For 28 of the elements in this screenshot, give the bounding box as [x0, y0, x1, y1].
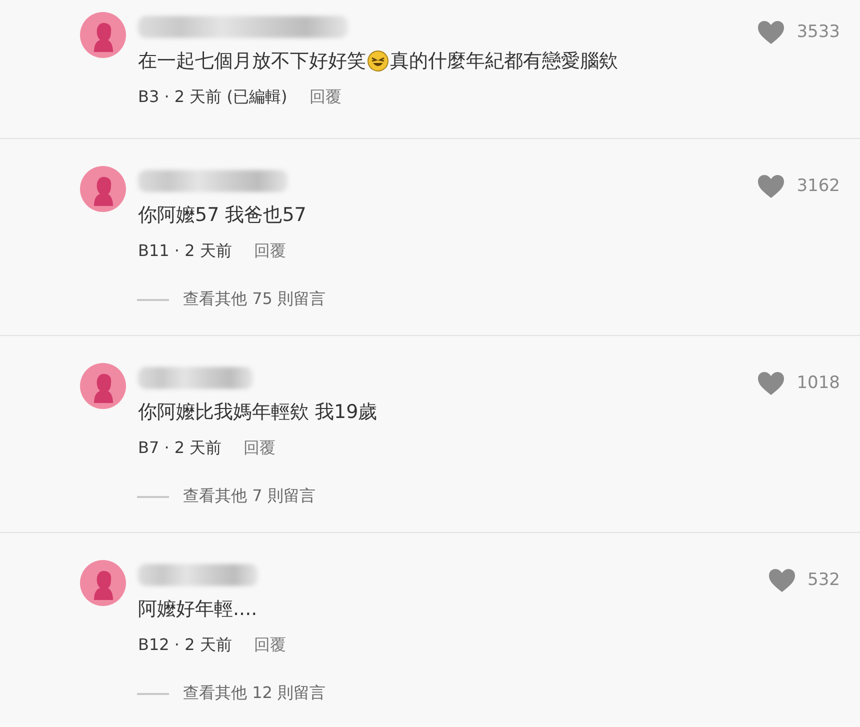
avatar-icon	[80, 363, 126, 409]
reply-link[interactable]: 回覆	[244, 438, 276, 459]
reply-link[interactable]: 回覆	[254, 241, 286, 262]
like-count: 532	[808, 570, 840, 590]
comment-meta: B11 · 2 天前	[138, 241, 232, 262]
avatar-icon	[80, 166, 126, 212]
like-count: 3162	[796, 176, 840, 196]
comment-text: 你阿嬤比我媽年輕欸 我19歲	[138, 400, 378, 425]
view-replies-link[interactable]: 查看其他 12 則留言	[183, 683, 326, 704]
laughing-emoji-icon	[367, 50, 389, 72]
reply-link[interactable]: 回覆	[254, 635, 286, 656]
heart-icon[interactable]	[768, 568, 796, 592]
like-count: 3533	[796, 22, 840, 42]
avatar-icon	[80, 12, 126, 58]
avatar-icon	[80, 560, 126, 606]
view-replies-link[interactable]: 查看其他 75 則留言	[183, 289, 326, 310]
heart-icon[interactable]	[756, 370, 785, 396]
comment-meta: B7 · 2 天前	[138, 438, 222, 459]
comment-meta: B12 · 2 天前	[138, 635, 232, 656]
like-count: 1018	[796, 373, 840, 393]
reply-link[interactable]: 回覆	[309, 87, 342, 108]
comment-text: 你阿嬤57 我爸也57	[138, 203, 308, 228]
heart-icon[interactable]	[756, 20, 785, 44]
view-replies-link[interactable]: 查看其他 7 則留言	[183, 486, 316, 507]
comment-meta: B3 · 2 天前 (已編輯)	[138, 87, 288, 108]
comment-text: 在一起七個月放不下好好笑 真的什麼年紀都有戀愛腦欸	[138, 49, 619, 74]
comment-text: 阿嬤好年輕....	[138, 597, 258, 622]
heart-icon[interactable]	[756, 174, 785, 198]
